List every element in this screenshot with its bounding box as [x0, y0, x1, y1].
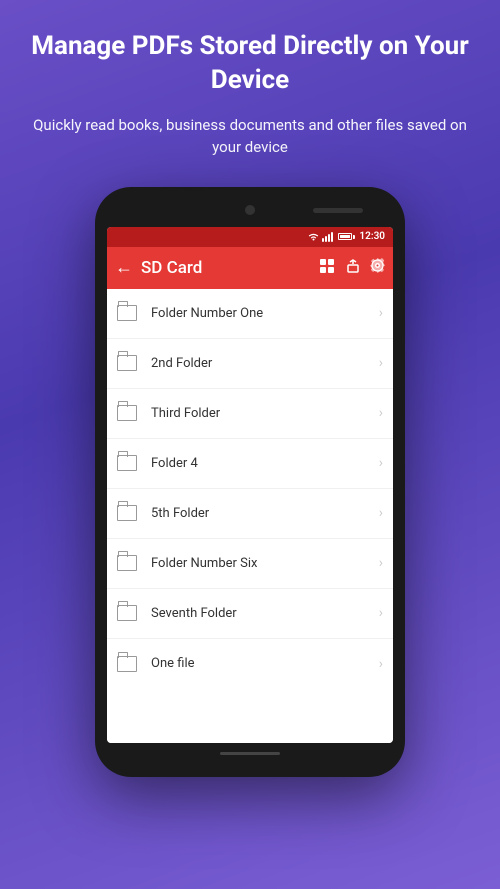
folder-icon	[117, 405, 137, 421]
phone-top-bar	[107, 199, 393, 227]
list-item[interactable]: 2nd Folder›	[107, 339, 393, 389]
main-title: Manage PDFs Stored Directly on Your Devi…	[30, 30, 470, 98]
toolbar-actions	[320, 258, 385, 277]
wifi-icon	[308, 232, 319, 241]
chevron-right-icon: ›	[379, 405, 383, 421]
folder-icon	[117, 555, 137, 571]
folder-icon	[117, 605, 137, 621]
phone-speaker	[313, 208, 363, 213]
phone-camera	[245, 205, 255, 215]
status-bar: 12:30	[107, 227, 393, 247]
status-icons: 12:30	[308, 231, 385, 242]
status-time: 12:30	[359, 231, 385, 242]
phone-body: 12:30 ← SD Card	[95, 187, 405, 777]
phone-screen: 12:30 ← SD Card	[107, 227, 393, 743]
chevron-right-icon: ›	[379, 455, 383, 471]
file-item-name: Folder Number One	[151, 306, 379, 321]
folder-icon	[117, 505, 137, 521]
home-indicator	[220, 752, 280, 755]
toolbar-upload-icon[interactable]	[346, 259, 360, 277]
list-item[interactable]: One file›	[107, 639, 393, 689]
chevron-right-icon: ›	[379, 605, 383, 621]
list-item[interactable]: 5th Folder›	[107, 489, 393, 539]
phone-mockup: 12:30 ← SD Card	[95, 187, 405, 777]
battery-icon	[338, 233, 352, 240]
battery-fill	[340, 235, 350, 238]
list-item[interactable]: Folder Number Six›	[107, 539, 393, 589]
phone-bottom-bar	[107, 743, 393, 765]
app-toolbar: ← SD Card	[107, 247, 393, 289]
file-item-name: 5th Folder	[151, 506, 379, 521]
chevron-right-icon: ›	[379, 555, 383, 571]
folder-icon	[117, 656, 137, 672]
chevron-right-icon: ›	[379, 656, 383, 672]
list-item[interactable]: Third Folder›	[107, 389, 393, 439]
chevron-right-icon: ›	[379, 505, 383, 521]
file-item-name: Folder 4	[151, 456, 379, 471]
file-item-name: One file	[151, 656, 379, 671]
list-item[interactable]: Seventh Folder›	[107, 589, 393, 639]
folder-icon	[117, 305, 137, 321]
file-item-name: Third Folder	[151, 406, 379, 421]
toolbar-title: SD Card	[141, 258, 320, 278]
chevron-right-icon: ›	[379, 305, 383, 321]
header-section: Manage PDFs Stored Directly on Your Devi…	[0, 0, 500, 169]
folder-icon	[117, 455, 137, 471]
list-item[interactable]: Folder Number One›	[107, 289, 393, 339]
toolbar-settings-icon[interactable]	[370, 258, 385, 277]
file-item-name: 2nd Folder	[151, 356, 379, 371]
toolbar-list-icon[interactable]	[320, 259, 336, 277]
list-item[interactable]: Folder 4›	[107, 439, 393, 489]
chevron-right-icon: ›	[379, 355, 383, 371]
main-subtitle: Quickly read books, business documents a…	[30, 114, 470, 159]
file-list: Folder Number One›2nd Folder›Third Folde…	[107, 289, 393, 743]
signal-icon	[322, 232, 333, 242]
back-button[interactable]: ←	[115, 257, 133, 278]
folder-icon	[117, 355, 137, 371]
file-item-name: Folder Number Six	[151, 556, 379, 571]
file-item-name: Seventh Folder	[151, 606, 379, 621]
